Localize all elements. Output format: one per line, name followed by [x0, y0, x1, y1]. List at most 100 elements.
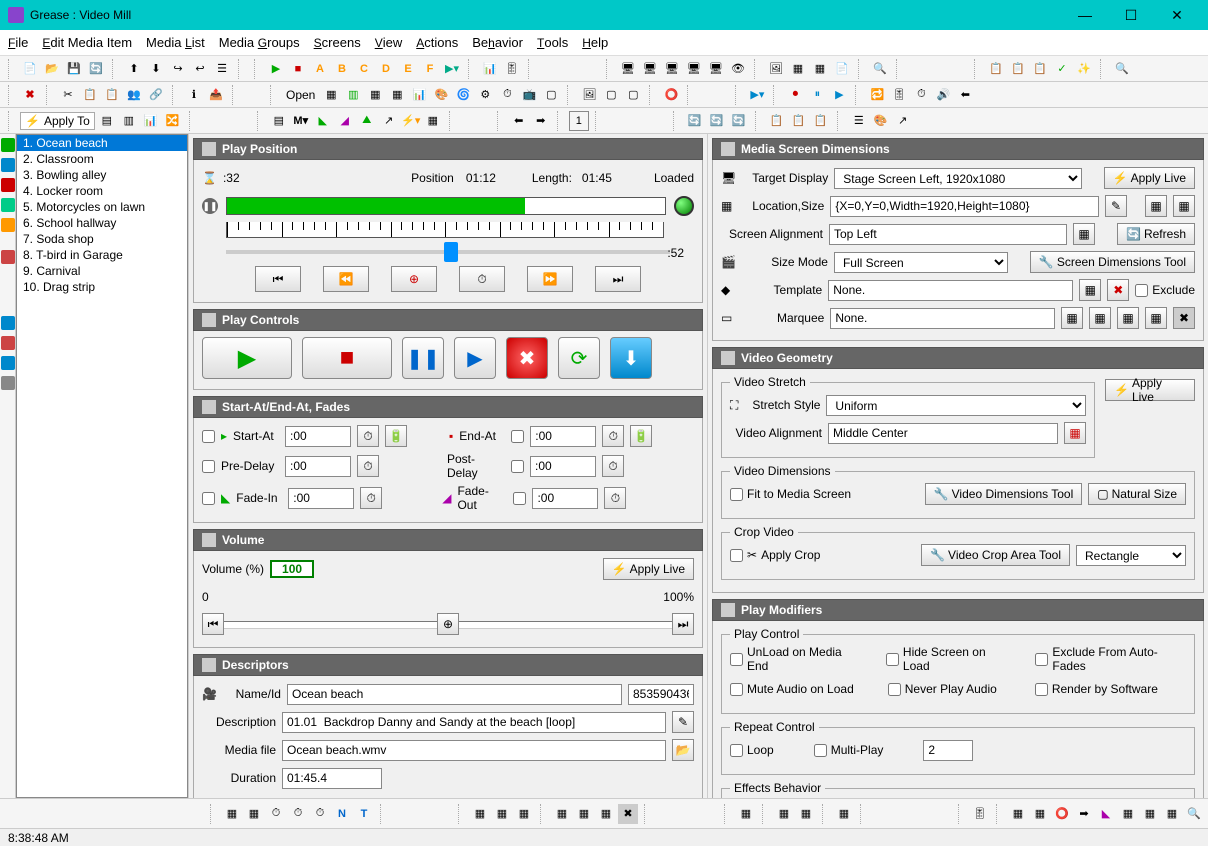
tb2-4[interactable]: ▦: [387, 85, 407, 105]
cancel-button[interactable]: ✖: [506, 337, 548, 379]
list-item[interactable]: 6. School hallway: [17, 215, 187, 231]
rec-icon[interactable]: ⏺: [785, 85, 805, 105]
group-c[interactable]: C: [354, 59, 374, 79]
screen2-icon[interactable]: 🖥: [640, 59, 660, 79]
vol-start-button[interactable]: ⏮: [202, 613, 224, 635]
refresh-icon[interactable]: 🔄: [86, 59, 106, 79]
goto-start-button[interactable]: ⏮: [255, 266, 301, 292]
download-button[interactable]: ⬇: [610, 337, 652, 379]
stop-button[interactable]: ■: [302, 337, 392, 379]
info-icon[interactable]: ℹ: [184, 85, 204, 105]
tb2-1[interactable]: ▦: [321, 85, 341, 105]
group-a[interactable]: A: [310, 59, 330, 79]
bt-24[interactable]: ▦: [1162, 804, 1182, 824]
form1-icon[interactable]: 📋: [986, 59, 1006, 79]
hide-checkbox[interactable]: [886, 653, 899, 666]
eye-icon[interactable]: 👁: [728, 59, 748, 79]
playlist-icon[interactable]: ▶▾: [442, 59, 462, 79]
menu-edit[interactable]: Edit Media Item: [42, 35, 132, 50]
vol-icon[interactable]: 🔊: [933, 85, 953, 105]
menu-actions[interactable]: Actions: [416, 35, 458, 50]
clock-icon[interactable]: ⏱: [911, 85, 931, 105]
t3-11[interactable]: 📋: [767, 111, 787, 131]
nav-left-icon[interactable]: ⬅: [509, 111, 529, 131]
eq2-icon[interactable]: 🎚: [889, 85, 909, 105]
loc-b-icon[interactable]: ▦: [1173, 195, 1195, 217]
users-icon[interactable]: 👥: [124, 85, 144, 105]
bt-25[interactable]: 🔍: [1184, 804, 1204, 824]
marq-del-icon[interactable]: ✖: [1173, 307, 1195, 329]
menu-tools[interactable]: Tools: [537, 35, 568, 50]
tb2-5[interactable]: 📊: [409, 85, 429, 105]
t3-15[interactable]: 🎨: [871, 111, 891, 131]
t3-16[interactable]: ↗: [893, 111, 913, 131]
at-4[interactable]: 🔀: [163, 111, 183, 131]
fadein-input[interactable]: [288, 488, 354, 509]
tb2-3[interactable]: ▦: [365, 85, 385, 105]
start-at-timer-icon[interactable]: ⏱: [357, 425, 379, 447]
id-input[interactable]: [628, 684, 694, 705]
bt-23[interactable]: ▦: [1140, 804, 1160, 824]
menu-file[interactable]: File: [8, 35, 28, 50]
strip-a-icon[interactable]: [1, 316, 15, 330]
marq-2-icon[interactable]: ▦: [1089, 307, 1111, 329]
bt-t[interactable]: T: [354, 804, 374, 824]
render-checkbox[interactable]: [1035, 683, 1048, 696]
cut-icon[interactable]: ✂: [58, 85, 78, 105]
list-item[interactable]: 7. Soda shop: [17, 231, 187, 247]
t3-m[interactable]: M▾: [291, 111, 311, 131]
tb2-6[interactable]: 🎨: [431, 85, 451, 105]
t3-5[interactable]: ↗: [379, 111, 399, 131]
bt-4[interactable]: ⏱: [288, 804, 308, 824]
size-mode-select[interactable]: Full Screen: [834, 252, 1008, 273]
video-dim-tool-button[interactable]: 🔧 Video Dimensions Tool: [925, 483, 1083, 505]
up-icon[interactable]: ⬆: [124, 59, 144, 79]
align-grid-icon[interactable]: ▦: [1073, 223, 1095, 245]
bt-3[interactable]: ⏱: [266, 804, 286, 824]
at-2[interactable]: ▥: [119, 111, 139, 131]
progress-bar[interactable]: [226, 197, 666, 215]
bt-16[interactable]: 🎚: [970, 804, 990, 824]
bt-17[interactable]: ▦: [1008, 804, 1028, 824]
nav-right-icon[interactable]: ➡: [531, 111, 551, 131]
tmpl-pick-icon[interactable]: ▦: [1079, 279, 1101, 301]
description-input[interactable]: [282, 712, 666, 733]
bt-10[interactable]: ▦: [574, 804, 594, 824]
marq-4-icon[interactable]: ▦: [1145, 307, 1167, 329]
never-checkbox[interactable]: [888, 683, 901, 696]
bt-21[interactable]: ◣: [1096, 804, 1116, 824]
bt-1[interactable]: ▦: [222, 804, 242, 824]
copy-icon[interactable]: 📋: [80, 85, 100, 105]
bt-15[interactable]: ▦: [834, 804, 854, 824]
multi-value-input[interactable]: [923, 740, 973, 761]
menu-behavior[interactable]: Behavior: [472, 35, 523, 50]
bt-13[interactable]: ▦: [774, 804, 794, 824]
list-item[interactable]: 2. Classroom: [17, 151, 187, 167]
loc-a-icon[interactable]: ▦: [1145, 195, 1167, 217]
list-item[interactable]: 8. T-bird in Garage: [17, 247, 187, 263]
natural-size-button[interactable]: ▢ Natural Size: [1088, 483, 1186, 505]
new-icon[interactable]: 📄: [20, 59, 40, 79]
open-icon[interactable]: 📂: [42, 59, 62, 79]
t3-12[interactable]: 📋: [789, 111, 809, 131]
seek-slider[interactable]: [226, 250, 670, 254]
close-button[interactable]: ✕: [1154, 0, 1200, 30]
bt-19[interactable]: ⭕: [1052, 804, 1072, 824]
bt-8[interactable]: ▦: [514, 804, 534, 824]
timer-button[interactable]: ⏱: [459, 266, 505, 292]
menu-view[interactable]: View: [375, 35, 403, 50]
tb2-15[interactable]: ⭕: [661, 85, 681, 105]
t3-4[interactable]: ⛰: [357, 111, 377, 131]
t3-8[interactable]: 🔄: [685, 111, 705, 131]
fadein-timer-icon[interactable]: ⏱: [360, 487, 382, 509]
indent-icon[interactable]: ↪: [168, 59, 188, 79]
bt-2[interactable]: ▦: [244, 804, 264, 824]
predelay-checkbox[interactable]: [202, 460, 215, 473]
list-item[interactable]: 10. Drag strip: [17, 279, 187, 295]
marq-1-icon[interactable]: ▦: [1061, 307, 1083, 329]
delete-icon[interactable]: ✖: [20, 85, 40, 105]
name-input[interactable]: [287, 684, 622, 705]
back-icon[interactable]: ⬅: [955, 85, 975, 105]
list-item[interactable]: 9. Carnival: [17, 263, 187, 279]
screen5-icon[interactable]: 🖥: [706, 59, 726, 79]
